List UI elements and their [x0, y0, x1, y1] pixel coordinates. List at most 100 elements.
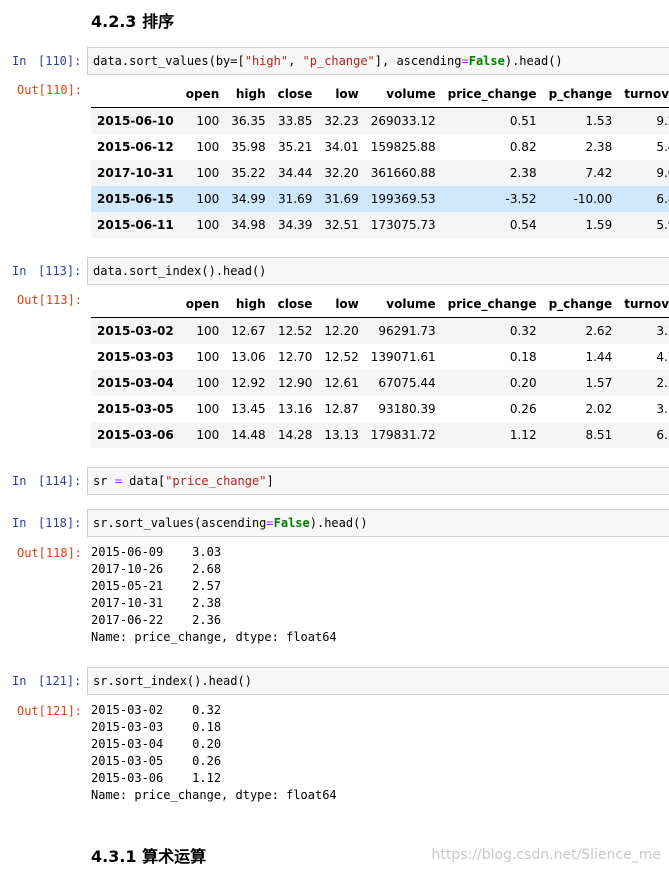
- code-token: sr.sort_values(ascending: [93, 516, 267, 530]
- table-cell: 35.98: [231, 140, 266, 154]
- code-token: =: [266, 516, 274, 530]
- table-cell: 2.62: [585, 324, 613, 338]
- dataframe-output-113: open high close low volume price_change p_chan…: [91, 291, 669, 448]
- code-text[interactable]: sr.sort_index().head(): [93, 673, 252, 689]
- row-index: 2015-06-12: [97, 140, 174, 154]
- column-header: close: [271, 81, 319, 108]
- column-header: open: [179, 291, 226, 318]
- table-cell: 6.16: [656, 428, 669, 442]
- table-cell: 8.51: [585, 428, 613, 442]
- code-token: data.sort_index().head(): [93, 264, 267, 278]
- table-cell: 31.69: [324, 192, 359, 206]
- code-text[interactable]: sr = data["price_change"]: [93, 473, 274, 489]
- table-cell: 2.38: [585, 140, 613, 154]
- code-token: False: [273, 516, 310, 530]
- table-cell: 3.30: [656, 324, 669, 338]
- table-cell: 35.22: [231, 166, 266, 180]
- table-cell: 13.16: [278, 402, 313, 416]
- table-row: 2015-03-02 100 12.67 12.52 12.20 96291.73 0.32…: [91, 317, 669, 344]
- index-header: [91, 291, 180, 318]
- table-cell: 34.01: [324, 140, 359, 154]
- table-cell: 5.47: [656, 140, 669, 154]
- table-row: 2015-03-06 100 14.48 14.28 13.13 179831.72 1.1…: [91, 422, 669, 448]
- code-text[interactable]: sr.sort_values(ascending=False).head(): [93, 515, 368, 531]
- table-cell: 12.90: [278, 376, 313, 390]
- table-cell: 13.45: [231, 402, 266, 416]
- table-cell: 34.98: [231, 218, 266, 232]
- index-header: [91, 81, 180, 108]
- table-cell: 0.20: [509, 376, 537, 390]
- code-token: ).head(): [309, 516, 368, 530]
- column-header: price_change: [441, 291, 543, 318]
- table-cell: 100: [196, 114, 220, 128]
- column-header: p_change: [542, 81, 619, 108]
- table-cell: 12.52: [278, 324, 313, 338]
- code-cell-118[interactable]: sr.sort_values(ascending=False).head(): [87, 509, 669, 537]
- table-cell: 14.28: [278, 428, 313, 442]
- table-cell: 0.26: [509, 402, 537, 416]
- code-cell-110[interactable]: data.sort_values(by=["high", "p_change"]…: [87, 47, 669, 75]
- code-text[interactable]: data.sort_values(by=["high", "p_change"]…: [93, 53, 563, 69]
- table-cell: 1.53: [585, 114, 613, 128]
- column-header: close: [271, 291, 319, 318]
- column-header: open: [179, 81, 226, 108]
- table-cell: 173075.73: [370, 218, 436, 232]
- column-header: p_change: [542, 291, 619, 318]
- table-cell: 32.51: [324, 218, 359, 232]
- section-heading-sort: 4.2.3 排序: [91, 12, 175, 31]
- table-cell: 100: [196, 192, 220, 206]
- code-text[interactable]: data.sort_index().head(): [93, 263, 266, 279]
- table-cell: 12.70: [278, 350, 313, 364]
- table-cell: 199369.53: [370, 192, 436, 206]
- table-row: 2015-03-05 100 13.45 13.16 12.87 93180.39 0.26…: [91, 396, 669, 422]
- table-cell: 12.87: [324, 402, 359, 416]
- code-token: ).head(): [504, 54, 563, 68]
- table-cell: 1.57: [585, 376, 613, 390]
- table-row: 2015-06-15 100 34.99 31.69 31.69 199369.53 -3.…: [91, 186, 669, 212]
- table-cell: 0.54: [509, 218, 537, 232]
- column-header: turnover: [618, 291, 669, 318]
- column-header: high: [225, 291, 272, 318]
- table-cell: 0.51: [509, 114, 537, 128]
- table-cell: 32.20: [324, 166, 359, 180]
- table-cell: 34.99: [231, 192, 266, 206]
- table-cell: 100: [196, 402, 220, 416]
- row-index: 2015-03-04: [97, 376, 174, 390]
- table-cell: 1.44: [585, 350, 613, 364]
- table-cell: 269033.12: [370, 114, 436, 128]
- column-header: low: [318, 291, 365, 318]
- column-header: low: [318, 81, 365, 108]
- table-cell: 100: [196, 324, 220, 338]
- code-token: "high": [244, 54, 289, 68]
- code-cell-114[interactable]: sr = data["price_change"]: [87, 467, 669, 495]
- row-index: 2017-10-31: [97, 166, 174, 180]
- row-index: 2015-06-10: [97, 114, 174, 128]
- code-token: ], ascending: [374, 54, 462, 68]
- table-row: 2015-06-11 100 34.98 34.39 32.51 173075.73 0.5…: [91, 212, 669, 238]
- table-cell: 31.69: [278, 192, 313, 206]
- table-row: 2015-06-10 100 36.35 33.85 32.23 269033.12 0.5…: [91, 107, 669, 134]
- table-cell: 9.21: [656, 114, 669, 128]
- table-cell: 100: [196, 428, 220, 442]
- table-cell: 100: [196, 218, 220, 232]
- table-cell: 34.39: [278, 218, 313, 232]
- dataframe-output-110: open high close low volume price_change p_chan…: [91, 81, 669, 238]
- table-cell: 4.76: [656, 350, 669, 364]
- table-row: 2015-03-03 100 13.06 12.70 12.52 139071.61 0.1…: [91, 344, 669, 370]
- code-cell-121[interactable]: sr.sort_index().head(): [87, 667, 669, 695]
- column-header: volume: [364, 81, 442, 108]
- table-cell: 100: [196, 166, 220, 180]
- table-cell: 2.38: [509, 166, 537, 180]
- table-cell: 12.92: [231, 376, 266, 390]
- row-index: 2015-03-06: [97, 428, 174, 442]
- column-header: volume: [364, 291, 442, 318]
- table-row: 2015-03-04 100 12.92 12.90 12.61 67075.44 0.20…: [91, 370, 669, 396]
- table-cell: 0.32: [509, 324, 537, 338]
- table-cell: -3.52: [505, 192, 537, 206]
- section-heading-arithmetic: 4.3.1 算术运算: [91, 847, 207, 866]
- code-cell-113[interactable]: data.sort_index().head(): [87, 257, 669, 285]
- table-cell: 179831.72: [370, 428, 436, 442]
- table-cell: 35.21: [278, 140, 313, 154]
- table-cell: 96291.73: [378, 324, 436, 338]
- table-cell: 33.85: [278, 114, 313, 128]
